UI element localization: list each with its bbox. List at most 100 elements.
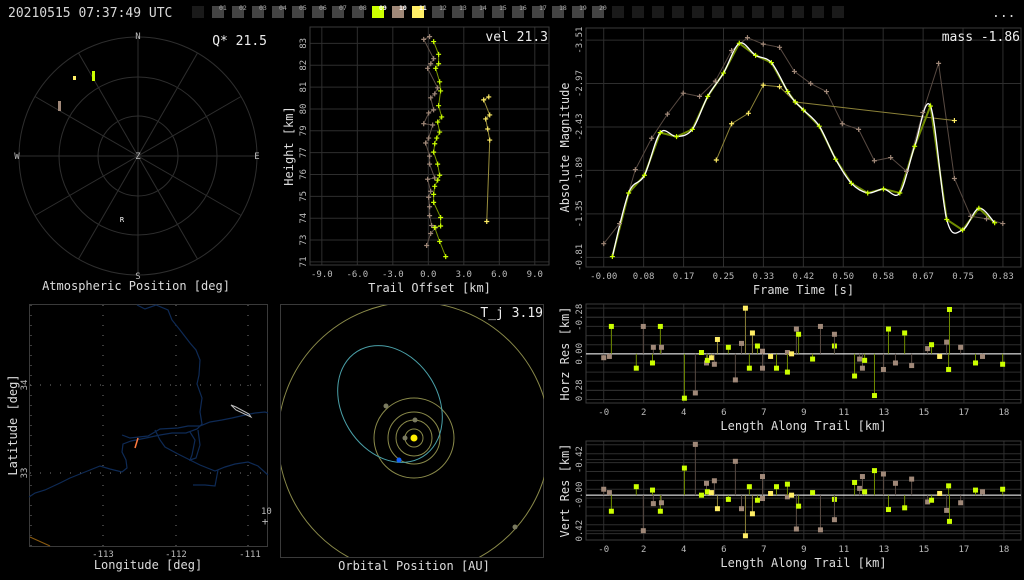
station-label[interactable]: 15 xyxy=(499,4,507,12)
station-swatch[interactable] xyxy=(612,6,624,18)
x-tick-label: 7 xyxy=(761,408,766,418)
station-toggle[interactable] xyxy=(712,6,724,18)
station-label[interactable]: 06 xyxy=(319,4,327,12)
station-swatch[interactable] xyxy=(672,6,684,18)
data-point xyxy=(423,140,429,146)
station-swatch[interactable] xyxy=(192,6,204,18)
station-label[interactable]: 07 xyxy=(339,4,347,12)
y-tick-label: 83 xyxy=(299,38,309,49)
station-swatch[interactable] xyxy=(632,6,644,18)
station-label[interactable]: 08 xyxy=(359,4,367,12)
residual-marker xyxy=(831,331,837,337)
station-swatch[interactable] xyxy=(732,6,744,18)
more-menu-button[interactable]: ... xyxy=(992,6,1015,21)
station-toggle[interactable]: 10 xyxy=(392,4,407,18)
station-swatch[interactable] xyxy=(712,6,724,18)
station-toggle[interactable]: 08 xyxy=(352,4,367,18)
venus-marker xyxy=(412,417,418,423)
station-label[interactable]: 19 xyxy=(579,4,587,12)
station-toggle[interactable] xyxy=(612,6,624,18)
station-toggle[interactable] xyxy=(812,6,824,18)
station-toggle[interactable]: 01 xyxy=(212,4,227,18)
station-toggle[interactable]: 17 xyxy=(532,4,547,18)
station-toggle[interactable] xyxy=(772,6,784,18)
station-label[interactable]: 11 xyxy=(419,4,427,12)
station-label[interactable]: 05 xyxy=(299,4,307,12)
station-toggle[interactable]: 20 xyxy=(592,4,607,18)
west-label: W xyxy=(14,152,20,162)
station-swatch[interactable] xyxy=(792,6,804,18)
station-toggle[interactable]: 09 xyxy=(372,4,387,18)
station-toggle[interactable]: 11 xyxy=(412,4,427,18)
residual-marker xyxy=(946,306,952,312)
series-line-09 xyxy=(433,41,447,257)
station-toggle[interactable]: 02 xyxy=(232,4,247,18)
station-swatch[interactable] xyxy=(752,6,764,18)
station-toggle[interactable]: 03 xyxy=(252,4,267,18)
station-label[interactable]: 10 xyxy=(399,4,407,12)
station-toggle[interactable]: 12 xyxy=(432,4,447,18)
station-label[interactable]: 13 xyxy=(459,4,467,12)
residual-marker xyxy=(650,501,656,507)
x-tick-label: 0.83 xyxy=(992,272,1014,282)
data-point xyxy=(777,44,783,50)
x-tick-label: -6.0 xyxy=(346,270,368,280)
station-toggle[interactable] xyxy=(652,6,664,18)
station-label[interactable]: 02 xyxy=(239,4,247,12)
data-point xyxy=(823,89,829,95)
residual-marker xyxy=(749,330,755,336)
y-axis-label: Absolute Magnitude xyxy=(558,82,572,212)
residual-marker xyxy=(789,492,795,498)
station-swatch[interactable] xyxy=(812,6,824,18)
station-toggle[interactable]: 15 xyxy=(492,4,507,18)
station-toggle[interactable]: 05 xyxy=(292,4,307,18)
station-toggle[interactable]: 13 xyxy=(452,4,467,18)
residual-marker xyxy=(929,342,935,348)
station-label[interactable]: 16 xyxy=(519,4,527,12)
lat-tick: 33 xyxy=(20,468,30,479)
station-toggle[interactable] xyxy=(192,6,204,18)
station-label[interactable]: 09 xyxy=(379,4,387,12)
station-toggle[interactable]: 04 xyxy=(272,4,287,18)
residual-marker xyxy=(658,344,664,350)
station-label[interactable]: 14 xyxy=(479,4,487,12)
station-label[interactable]: 18 xyxy=(559,4,567,12)
station-toggle[interactable]: 06 xyxy=(312,4,327,18)
residual-marker xyxy=(1000,486,1006,492)
residual-marker xyxy=(958,500,964,506)
station-label[interactable]: 01 xyxy=(219,4,227,12)
station-swatch[interactable] xyxy=(772,6,784,18)
station-label[interactable]: 17 xyxy=(539,4,547,12)
meteor-dashboard: 20210515 07:37:49 UTC 01 02 03 04 05 06 07 08 09… xyxy=(6,4,1022,573)
residual-marker xyxy=(1000,361,1006,367)
station-toggle[interactable] xyxy=(692,6,704,18)
station-toggle[interactable] xyxy=(752,6,764,18)
y-tick-label: -2.43 xyxy=(575,113,585,140)
station-toggle[interactable]: 18 xyxy=(552,4,567,18)
data-point xyxy=(484,218,490,224)
station-toggle[interactable] xyxy=(792,6,804,18)
station-toggle[interactable] xyxy=(732,6,744,18)
station-toggle[interactable]: 07 xyxy=(332,4,347,18)
x-tick-label: -0.00 xyxy=(590,272,617,282)
station-swatch[interactable] xyxy=(692,6,704,18)
height-chart: -9.0 -6.0 -3.0 0.0 3.0 6.0 9.0 71 73 74 75 76 77 79 80… xyxy=(282,26,550,295)
station-label[interactable]: 03 xyxy=(259,4,267,12)
data-point xyxy=(649,135,655,141)
map-ylabel: Latitude [deg] xyxy=(6,374,20,475)
residual-marker xyxy=(649,487,655,493)
data-point xyxy=(437,172,443,178)
station-toggle[interactable] xyxy=(832,6,844,18)
station-toggle[interactable]: 16 xyxy=(512,4,527,18)
station-swatch[interactable] xyxy=(832,6,844,18)
station-toggle[interactable]: 14 xyxy=(472,4,487,18)
station-toggle[interactable] xyxy=(632,6,644,18)
station-label[interactable]: 04 xyxy=(279,4,287,12)
x-axis-label: Length Along Trail [km] xyxy=(720,419,886,433)
station-10-track xyxy=(58,101,61,111)
station-swatch[interactable] xyxy=(652,6,664,18)
station-toggle[interactable] xyxy=(672,6,684,18)
station-toggle[interactable]: 19 xyxy=(572,4,587,18)
station-label[interactable]: 12 xyxy=(439,4,447,12)
station-label[interactable]: 20 xyxy=(599,4,607,12)
